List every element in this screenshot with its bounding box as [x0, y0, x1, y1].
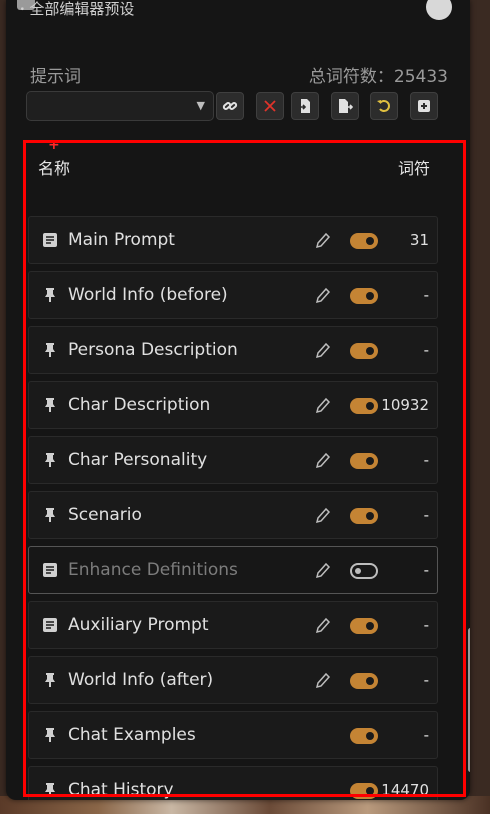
token-count: -: [423, 726, 429, 744]
pencil-icon[interactable]: [315, 506, 331, 524]
chevron-down-icon: ▼: [196, 99, 205, 112]
prompt-name[interactable]: Chat Examples: [68, 725, 196, 745]
token-count: -: [423, 451, 429, 469]
pin-icon[interactable]: [42, 452, 58, 468]
reset-button[interactable]: [370, 92, 398, 120]
doc-icon[interactable]: [42, 562, 58, 578]
preset-title: ꞏ 全部编辑器预设: [20, 0, 135, 18]
table-header: + 名称 词符: [28, 137, 448, 178]
pencil-icon[interactable]: [315, 286, 331, 304]
column-name-header: 名称: [38, 159, 71, 178]
reset-icon: [377, 100, 390, 112]
prompt-row[interactable]: Char Description 10932: [28, 381, 438, 429]
doc-icon[interactable]: [42, 232, 58, 248]
delete-button[interactable]: [256, 92, 284, 120]
pin-icon[interactable]: [42, 672, 58, 688]
prompt-row[interactable]: Chat Examples -: [28, 711, 438, 759]
prompt-name[interactable]: Auxiliary Prompt: [68, 615, 209, 635]
prompt-name[interactable]: Char Personality: [68, 450, 207, 470]
import-button[interactable]: [291, 92, 319, 120]
prompt-row[interactable]: Chat History 14470: [28, 766, 438, 800]
prompts-label: 提示词: [30, 67, 81, 87]
token-count: -: [423, 561, 429, 579]
toggle-switch[interactable]: [350, 398, 378, 414]
add-icon: [418, 100, 430, 112]
prompt-row[interactable]: Persona Description -: [28, 326, 438, 374]
pencil-icon[interactable]: [315, 451, 331, 469]
prompt-row[interactable]: Char Personality -: [28, 436, 438, 484]
pencil-icon[interactable]: [315, 616, 331, 634]
toggle-switch[interactable]: [350, 233, 378, 249]
pin-icon[interactable]: [42, 287, 58, 303]
toggle-switch[interactable]: [350, 783, 378, 799]
add-prompt-button[interactable]: [410, 92, 438, 120]
prompt-select[interactable]: ▼: [26, 91, 214, 121]
scrollbar[interactable]: [468, 628, 470, 772]
toggle-icon[interactable]: [426, 0, 452, 20]
prompt-name[interactable]: World Info (before): [68, 285, 228, 305]
prompt-manager-panel: ꞏ 全部编辑器预设 提示词 总词符数：25433 ▼ + 名称 词符 Main …: [6, 0, 470, 800]
plus-marker: +: [48, 137, 60, 153]
pencil-icon[interactable]: [315, 671, 331, 689]
prompt-row[interactable]: Enhance Definitions -: [28, 546, 438, 594]
token-count: -: [423, 616, 429, 634]
pin-icon[interactable]: [42, 727, 58, 743]
token-count: 31: [409, 231, 429, 249]
export-icon: [339, 99, 353, 113]
toggle-switch[interactable]: [350, 288, 378, 304]
prompt-row[interactable]: World Info (before) -: [28, 271, 438, 319]
prompt-name[interactable]: Scenario: [68, 505, 142, 525]
pencil-icon[interactable]: [315, 561, 331, 579]
prompt-name[interactable]: Main Prompt: [68, 230, 175, 250]
total-tokens: 总词符数：25433: [308, 67, 448, 87]
doc-icon[interactable]: [42, 617, 58, 633]
link-button[interactable]: [216, 92, 244, 120]
column-tokens-header: 词符: [397, 159, 430, 178]
prompt-row[interactable]: Auxiliary Prompt -: [28, 601, 438, 649]
prompt-row[interactable]: Main Prompt 31: [28, 216, 438, 264]
prompt-name[interactable]: Chat History: [68, 780, 174, 800]
token-count: -: [423, 671, 429, 689]
pin-icon[interactable]: [42, 507, 58, 523]
pin-icon[interactable]: [42, 342, 58, 358]
prompt-name[interactable]: Persona Description: [68, 340, 238, 360]
prompt-row[interactable]: World Info (after) -: [28, 656, 438, 704]
token-count: 14470: [381, 781, 429, 799]
import-icon: [298, 99, 310, 113]
toggle-switch[interactable]: [350, 453, 378, 469]
link-icon: [222, 102, 238, 110]
prompt-name[interactable]: Enhance Definitions: [68, 560, 238, 580]
token-count: 10932: [381, 396, 429, 414]
pin-icon[interactable]: [42, 782, 58, 798]
token-count: -: [423, 286, 429, 304]
toggle-switch[interactable]: [350, 508, 378, 524]
toggle-switch[interactable]: [350, 618, 378, 634]
export-button[interactable]: [331, 92, 359, 120]
token-count: -: [423, 341, 429, 359]
pin-icon[interactable]: [42, 397, 58, 413]
pencil-icon[interactable]: [315, 231, 331, 249]
prompt-name[interactable]: World Info (after): [68, 670, 213, 690]
toggle-switch[interactable]: [350, 728, 378, 744]
token-count: -: [423, 506, 429, 524]
prompt-row[interactable]: Scenario -: [28, 491, 438, 539]
toggle-switch[interactable]: [350, 563, 378, 579]
delete-icon: [264, 100, 276, 112]
toggle-switch[interactable]: [350, 343, 378, 359]
pencil-icon[interactable]: [315, 341, 331, 359]
prompt-name[interactable]: Char Description: [68, 395, 210, 415]
toggle-switch[interactable]: [350, 673, 378, 689]
pencil-icon[interactable]: [315, 396, 331, 414]
